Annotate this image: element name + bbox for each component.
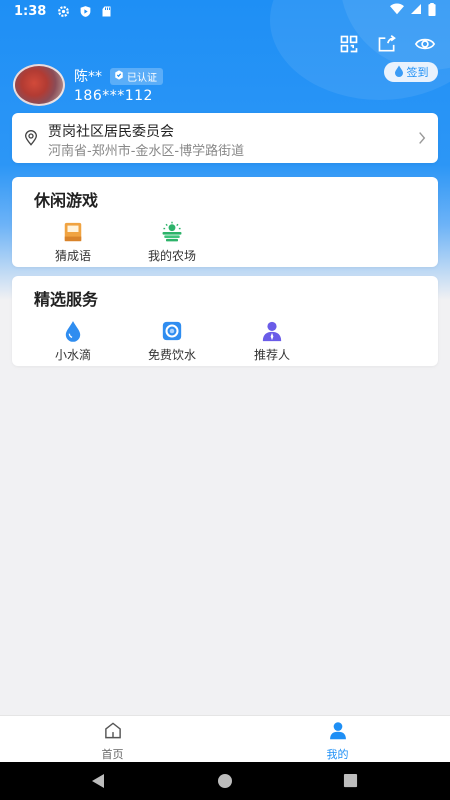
bottom-tab-bar: 首页 我的: [0, 715, 450, 762]
service-item-label: 推荐人: [253, 348, 290, 362]
tab-mine[interactable]: 我的: [225, 716, 450, 762]
signin-label: 签到: [406, 66, 429, 79]
verified-label: 已认证: [127, 73, 157, 84]
cellular-signal-icon: [410, 3, 422, 19]
services-section-title: 精选服务: [34, 290, 99, 309]
home-circle-icon[interactable]: [217, 773, 233, 793]
user-name: 陈**: [74, 69, 102, 85]
status-time: 1:38: [14, 3, 47, 19]
signin-button[interactable]: 签到: [384, 62, 438, 82]
status-bar: 1:38: [0, 0, 450, 22]
idiom-book-icon: [61, 221, 85, 243]
games-section-title: 休闲游戏: [34, 191, 99, 210]
profile-icon: [328, 721, 348, 744]
games-section: 休闲游戏 猜成语 我的农场: [12, 177, 438, 267]
farm-icon: [160, 221, 184, 243]
service-item-water-drop[interactable]: 小水滴: [37, 320, 109, 363]
qrcode-icon[interactable]: [338, 33, 360, 55]
tab-mine-label: 我的: [326, 748, 349, 761]
game-item-label: 我的农场: [147, 249, 196, 263]
sd-card-icon: [100, 4, 114, 18]
water-dispenser-icon: [160, 320, 184, 342]
service-item-free-water[interactable]: 免费饮水: [136, 320, 208, 363]
settings-gear-icon: [56, 4, 70, 18]
referrer-person-icon: [260, 320, 284, 342]
header-actions: [338, 33, 436, 55]
avatar[interactable]: [13, 64, 65, 106]
services-section: 精选服务 小水滴 免费饮水 推荐人: [12, 276, 438, 366]
user-phone: 186***112: [74, 88, 153, 104]
recents-icon[interactable]: [343, 773, 358, 792]
battery-icon: [428, 2, 436, 20]
chevron-right-icon: [418, 130, 426, 149]
back-icon[interactable]: [90, 773, 106, 793]
service-item-label: 小水滴: [54, 348, 91, 362]
game-item-label: 猜成语: [54, 249, 91, 263]
share-icon[interactable]: [376, 33, 398, 55]
game-item-farm[interactable]: 我的农场: [136, 221, 208, 264]
community-card[interactable]: 贾岗社区居民委员会 河南省-郑州市-金水区-博学路街道: [12, 113, 438, 163]
shield-play-icon: [78, 4, 92, 18]
verified-shield-icon: [114, 70, 124, 83]
community-address: 河南省-郑州市-金水区-博学路街道: [48, 144, 245, 159]
eye-icon[interactable]: [414, 33, 436, 55]
water-drop-icon: [394, 65, 404, 80]
home-icon: [103, 721, 123, 744]
location-pin-icon: [24, 130, 38, 150]
community-name: 贾岗社区居民委员会: [48, 124, 174, 140]
game-item-idiom[interactable]: 猜成语: [37, 221, 109, 264]
wifi-icon: [390, 3, 404, 19]
service-item-referrer[interactable]: 推荐人: [236, 320, 308, 363]
service-item-label: 免费饮水: [147, 348, 196, 362]
tab-home[interactable]: 首页: [0, 716, 225, 762]
system-navigation-bar: [0, 762, 450, 800]
water-drop-icon: [61, 320, 85, 342]
tab-home-label: 首页: [101, 748, 124, 761]
verified-badge: 已认证: [110, 68, 163, 85]
